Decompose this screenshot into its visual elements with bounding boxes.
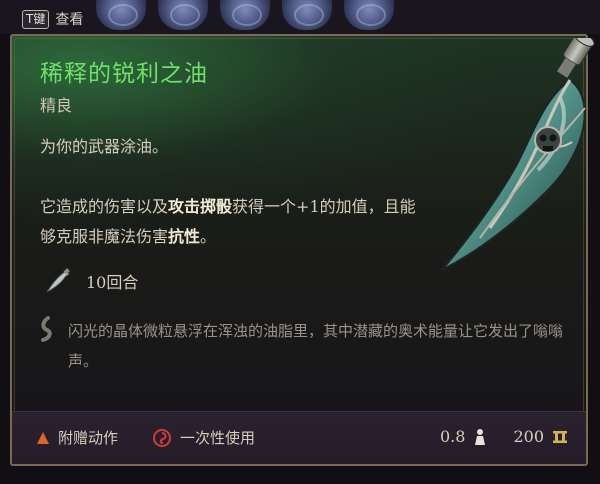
description-text: 。 [200, 227, 217, 246]
description-text: 它造成的伤害以及 [40, 197, 169, 216]
action-type-label: 附赠动作 [58, 429, 119, 447]
footer-tags: 附赠动作 一次性使用 [36, 427, 255, 448]
top-inventory-strip: T键 查看 [0, 0, 600, 34]
bonus-action-triangle-icon [37, 431, 49, 444]
flavor-row: 闪光的晶体微粒悬浮在浑浊的油脂里，其中潜藏的奥术能量让它发出了嗡嗡声。 [38, 316, 568, 376]
game-ui: T键 查看 稀释的锐利之油 精良 为你的武器涂油。 它造成的伤害以及攻击掷骰获得… [0, 0, 600, 484]
duration-row: 10回合 [44, 268, 138, 294]
item-description-short: 为你的武器涂油。 [40, 137, 169, 156]
keyword-resistance[interactable]: 抗性 [168, 227, 200, 246]
oil-flask-icon [441, 38, 595, 271]
rose-item-icon[interactable] [220, 0, 270, 30]
weight-icon [475, 428, 486, 445]
weight-value: 0.8 [440, 427, 466, 446]
usage-label: 一次性使用 [180, 429, 256, 447]
rose-item-icon[interactable] [158, 0, 208, 30]
rose-item-icon[interactable] [96, 0, 146, 30]
footer-stats: 0.8 200 [440, 427, 568, 446]
gold-coin-icon [553, 430, 567, 443]
quote-mark-icon [41, 316, 52, 342]
keyword-attack-roll[interactable]: 攻击掷骰 [168, 197, 232, 216]
oil-vial-icon [46, 268, 70, 293]
item-tooltip: 稀释的锐利之油 精良 为你的武器涂油。 它造成的伤害以及攻击掷骰获得一个+1的加… [10, 34, 595, 466]
inspect-label: 查看 [55, 12, 84, 28]
item-rarity: 精良 [40, 96, 73, 115]
inspect-key-hint[interactable]: T键 查看 [22, 8, 83, 30]
gold-value: 200 [513, 427, 544, 446]
item-description: 它造成的伤害以及攻击掷骰获得一个+1的加值，且能够克服非魔法伤害抗性。 [40, 192, 420, 252]
key-cap: T键 [22, 9, 50, 29]
rose-item-icon[interactable] [282, 0, 332, 30]
duration-text: 10回合 [86, 273, 139, 292]
single-use-swirl-icon [153, 428, 172, 447]
flavor-text: 闪光的晶体微粒悬浮在浑浊的油脂里，其中潜藏的奥术能量让它发出了嗡嗡声。 [68, 322, 564, 370]
rose-item-icon[interactable] [344, 0, 394, 30]
item-title: 稀释的锐利之油 [40, 61, 208, 87]
